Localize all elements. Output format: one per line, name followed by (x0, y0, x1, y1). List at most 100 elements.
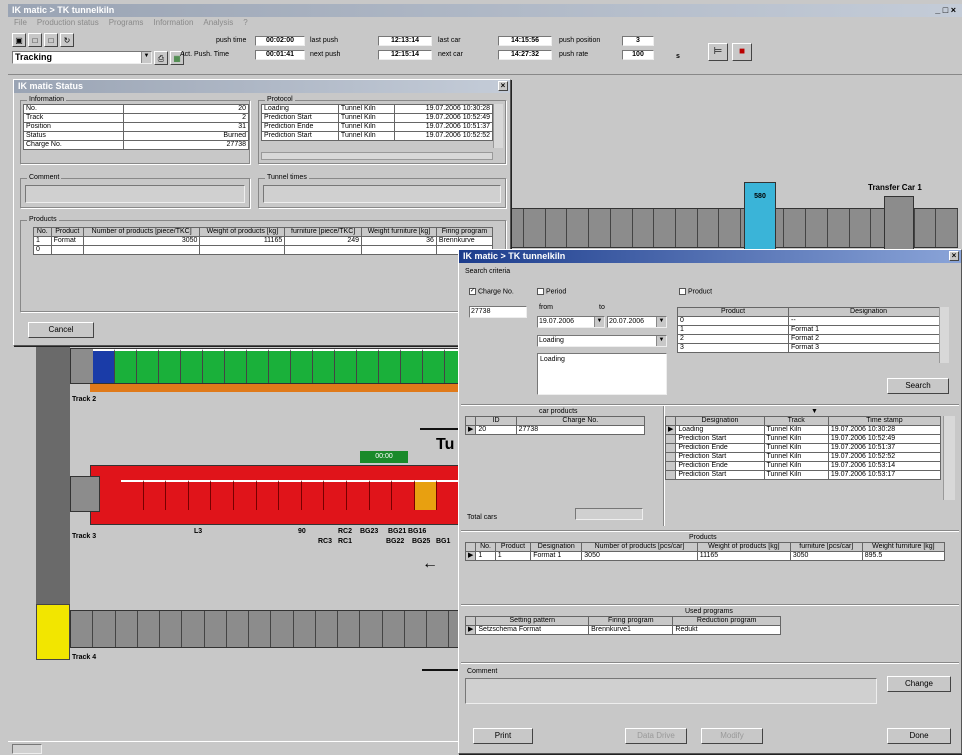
track-slot[interactable] (293, 611, 316, 647)
track-slot[interactable] (347, 480, 370, 510)
menu-help[interactable]: ? (243, 18, 247, 27)
track-slot[interactable] (369, 480, 393, 510)
track-slot[interactable] (806, 209, 828, 247)
table-row[interactable]: 1 Format 3050 11165 249 36 Brennkurve (33, 236, 494, 246)
doc-icon[interactable]: □ (28, 33, 42, 47)
event-select[interactable]: Loading ▼ (537, 335, 667, 347)
track-slot[interactable] (567, 209, 590, 247)
table-row[interactable]: Loading Tunnel Kiln 19.07.2006 10:30:28 (261, 104, 493, 114)
table-row[interactable]: ▶ 20 27738 (464, 425, 646, 435)
track-slot[interactable] (401, 349, 423, 383)
event-list-item[interactable]: Loading (540, 356, 664, 364)
column-header[interactable]: ID (475, 416, 517, 426)
track-slot[interactable] (203, 349, 225, 383)
track-slot[interactable] (379, 349, 401, 383)
protocol-scrollbar[interactable] (493, 104, 503, 148)
track-slot[interactable] (159, 349, 181, 383)
track-slot[interactable] (279, 480, 302, 510)
track-slot[interactable] (313, 349, 335, 383)
track-slot[interactable] (291, 349, 313, 383)
track-slot[interactable] (382, 611, 405, 647)
track-slot[interactable] (188, 480, 212, 510)
table-row[interactable]: Prediction Start Tunnel Kiln 19.07.2006 10… (261, 113, 493, 123)
track-slot[interactable] (654, 209, 676, 247)
track-slot[interactable] (115, 349, 137, 383)
change-button[interactable]: Change (887, 676, 951, 692)
table-row[interactable]: Prediction Start Tunnel Kiln 19.07.2006 10… (261, 131, 493, 141)
table-row[interactable]: 3 Format 3 (676, 343, 949, 353)
charge-no-checkbox[interactable]: ✓ Charge No. (469, 288, 514, 296)
track-slot[interactable] (357, 349, 379, 383)
from-date[interactable]: 19.07.2006 ▼ (537, 316, 605, 328)
track-slot[interactable] (181, 349, 203, 383)
menu-analysis[interactable]: Analysis (203, 18, 233, 27)
column-header[interactable]: Firing program (435, 227, 494, 237)
track-slot[interactable] (93, 349, 115, 383)
table-row[interactable]: 0 -- (676, 316, 949, 326)
table-row[interactable]: Prediction Start Tunnel Kiln 19.07.2006 10… (664, 470, 942, 480)
track-slot[interactable] (404, 611, 427, 647)
table-row[interactable]: Prediction Start Tunnel Kiln 19.07.2006 10… (664, 452, 942, 462)
track-slot[interactable] (234, 480, 257, 510)
track-slot[interactable] (524, 209, 546, 247)
cancel-button[interactable]: Cancel (28, 322, 94, 338)
to-date[interactable]: 20.07.2006 ▼ (607, 316, 667, 328)
track-slot[interactable] (697, 209, 720, 247)
transfer-car-580[interactable]: 580 (744, 182, 776, 250)
column-header[interactable]: Weight of products [kg] (696, 542, 791, 552)
menu-production-status[interactable]: Production status (37, 18, 99, 27)
track-slot[interactable] (93, 611, 116, 647)
track-slot[interactable] (71, 611, 94, 647)
track-slot[interactable] (269, 349, 291, 383)
track-slot[interactable] (632, 209, 655, 247)
track-slot[interactable] (676, 209, 698, 247)
event-list[interactable]: Loading (537, 353, 667, 395)
column-header[interactable]: Reduction program (672, 616, 781, 626)
track-slot[interactable] (225, 349, 247, 383)
done-button[interactable]: Done (887, 728, 951, 744)
column-header[interactable]: Designation (788, 307, 949, 317)
table-row[interactable]: ▶ Loading Tunnel Kiln 19.07.2006 10:30:28 (664, 425, 942, 435)
column-header[interactable]: Time stamp (827, 416, 942, 426)
track-slot[interactable] (914, 209, 937, 247)
table-row[interactable]: Prediction Start Tunnel Kiln 19.07.2006 10… (664, 434, 942, 444)
doc2-icon[interactable]: □ (44, 33, 58, 47)
transfer-car-1[interactable] (884, 196, 914, 250)
close-icon[interactable]: × (498, 81, 508, 91)
window-controls[interactable]: _ □ × (935, 5, 956, 16)
track-slot[interactable] (315, 611, 338, 647)
track-slot[interactable] (211, 480, 234, 510)
track-slot[interactable] (249, 611, 272, 647)
search-comment-field[interactable] (465, 678, 877, 704)
column-header[interactable]: Number of products [pcs/car] (581, 542, 698, 552)
track-slot[interactable] (437, 480, 460, 510)
track-slot[interactable] (719, 209, 742, 247)
table-row[interactable]: 0 (33, 245, 494, 255)
track-slot[interactable] (256, 480, 280, 510)
print-button[interactable]: Print (473, 728, 533, 744)
column-header[interactable]: furniture [pcs/car] (789, 542, 863, 552)
product-scrollbar[interactable] (939, 307, 949, 363)
menu-information[interactable]: Information (153, 18, 193, 27)
track-slot[interactable] (115, 611, 138, 647)
track-slot[interactable] (335, 349, 357, 383)
period-checkbox[interactable]: Period (537, 288, 566, 296)
table-row[interactable]: 2 Format 2 (676, 334, 949, 344)
search-button[interactable]: Search (887, 378, 949, 394)
column-header[interactable]: Designation (675, 416, 765, 426)
table-row[interactable]: ▶ Setzschema Format Brennkurve1 Redukt (464, 625, 781, 635)
table-row[interactable]: ▶ 1 1 Format 1 3050 11165 3050 895.5 (464, 551, 946, 561)
column-header[interactable]: No. (33, 227, 52, 237)
track-slot[interactable] (784, 209, 807, 247)
column-header[interactable]: furniture [piece/TKC] (284, 227, 363, 237)
menu-programs[interactable]: Programs (109, 18, 144, 27)
track-slot[interactable] (137, 349, 159, 383)
track-slot[interactable] (160, 611, 183, 647)
lock-icon[interactable]: ▣ (12, 33, 26, 47)
column-header[interactable]: Weight of products [kg] (199, 227, 286, 237)
column-header[interactable]: Charge No. (515, 416, 646, 426)
table-row[interactable]: Prediction Ende Tunnel Kiln 19.07.2006 10:… (664, 443, 942, 453)
data-drive-button[interactable]: Data Drive (625, 728, 687, 744)
column-header[interactable]: Designation (530, 542, 583, 552)
track-slot[interactable] (166, 480, 189, 510)
